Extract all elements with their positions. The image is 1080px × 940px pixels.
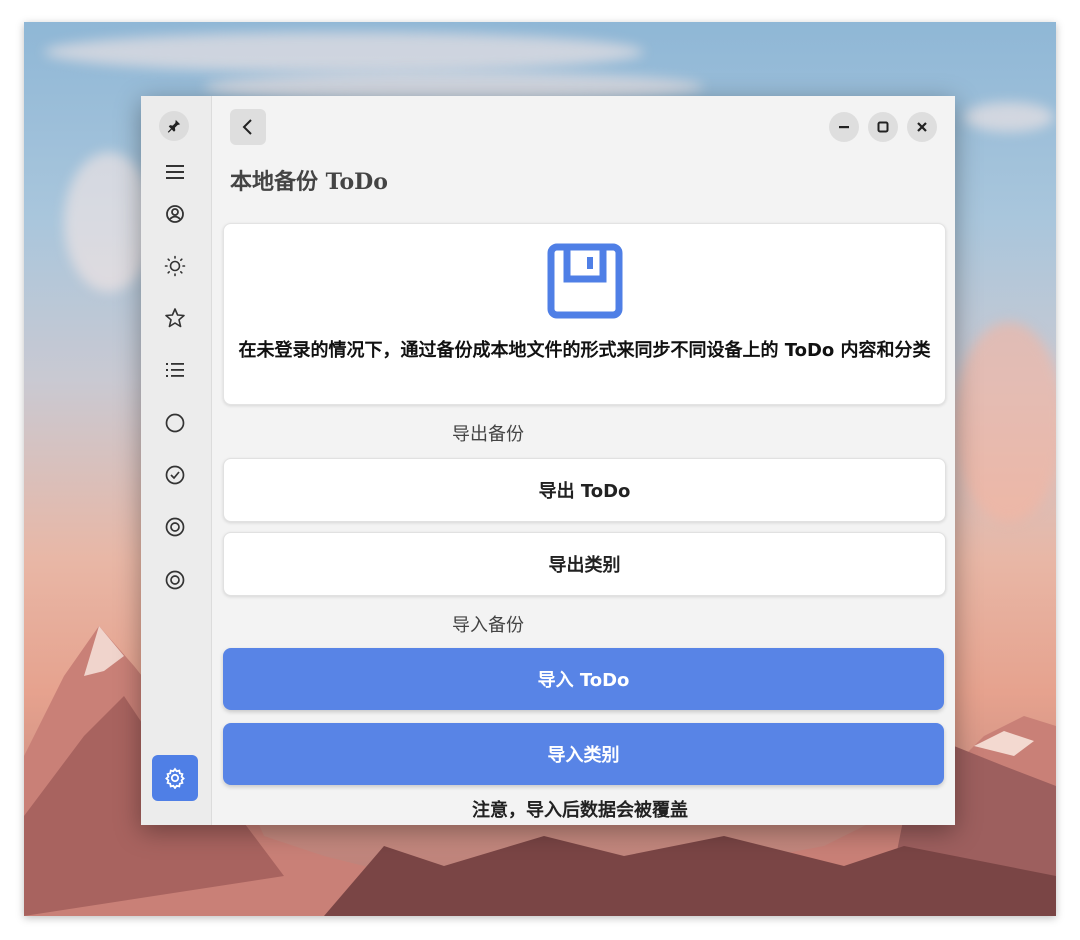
import-section-label: 导入备份 xyxy=(452,615,524,636)
minimize-button[interactable] xyxy=(829,112,859,142)
cloud xyxy=(954,322,1056,522)
import-todo-button[interactable]: 导入 ToDo xyxy=(223,648,944,710)
export-section-label: 导出备份 xyxy=(452,424,524,445)
target-icon[interactable] xyxy=(161,566,189,594)
account-icon[interactable] xyxy=(161,200,189,228)
gear-icon xyxy=(165,767,185,789)
export-todo-button[interactable]: 导出 ToDo xyxy=(223,458,946,522)
x-icon xyxy=(917,122,927,132)
list-icon[interactable] xyxy=(161,356,189,384)
main-content: 本地备份 ToDo 在未登录的情况下，通过备份成本地文件的形式来同步不同设备上的… xyxy=(212,96,955,825)
app-window: 本地备份 ToDo 在未登录的情况下，通过备份成本地文件的形式来同步不同设备上的… xyxy=(141,96,955,825)
export-category-button[interactable]: 导出类别 xyxy=(223,532,946,596)
import-category-button[interactable]: 导入类别 xyxy=(223,723,944,785)
minus-icon xyxy=(839,126,849,129)
sun-icon[interactable] xyxy=(161,252,189,280)
floppy-disk-icon xyxy=(547,243,623,319)
square-icon xyxy=(877,121,889,133)
page-title: 本地备份 ToDo xyxy=(230,169,388,195)
sidebar xyxy=(141,96,212,825)
cloud xyxy=(964,102,1054,132)
circle-icon[interactable] xyxy=(161,409,189,437)
close-button[interactable] xyxy=(907,112,937,142)
chevron-left-icon xyxy=(242,119,252,135)
back-button[interactable] xyxy=(230,109,266,145)
check-circle-icon[interactable] xyxy=(161,461,189,489)
pin-icon[interactable] xyxy=(159,111,189,141)
cloud xyxy=(44,32,644,72)
warning-text: 注意，导入后数据会被覆盖 xyxy=(472,800,688,821)
info-text: 在未登录的情况下，通过备份成本地文件的形式来同步不同设备上的 ToDo 内容和分… xyxy=(238,340,931,361)
star-icon[interactable] xyxy=(161,304,189,332)
menu-icon[interactable] xyxy=(161,158,189,186)
settings-button[interactable] xyxy=(152,755,198,801)
maximize-button[interactable] xyxy=(868,112,898,142)
info-card: 在未登录的情况下，通过备份成本地文件的形式来同步不同设备上的 ToDo 内容和分… xyxy=(223,223,946,405)
target-icon[interactable] xyxy=(161,513,189,541)
